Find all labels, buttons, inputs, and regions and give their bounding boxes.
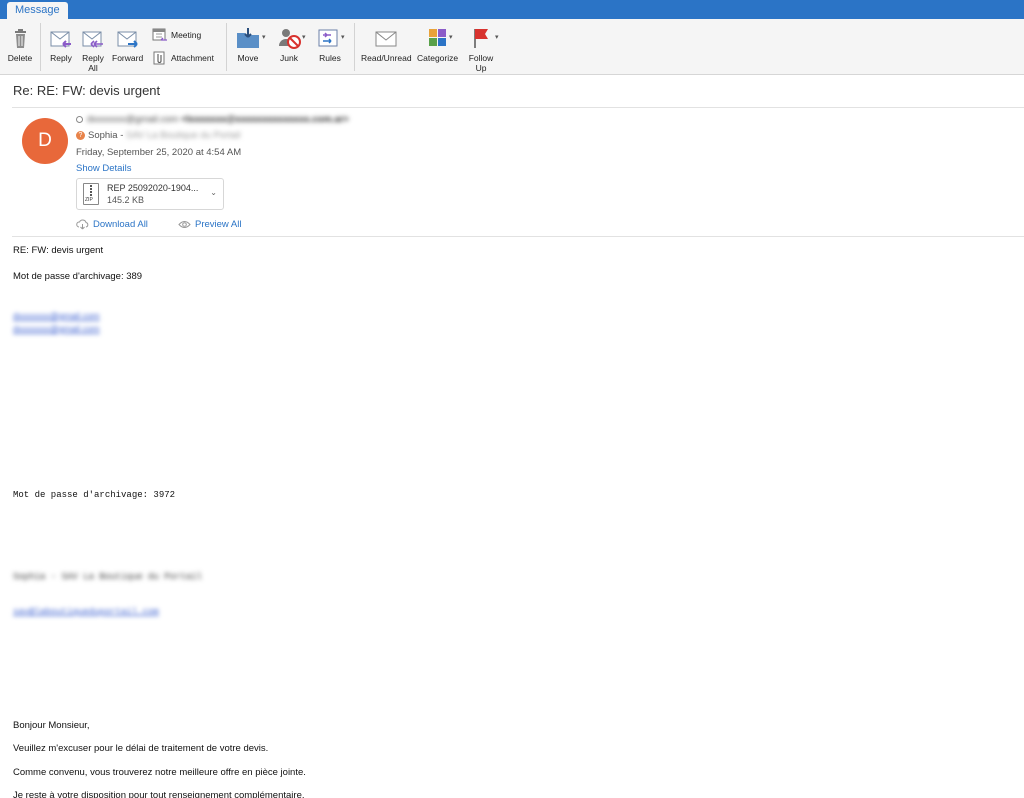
body-paragraph: Veuillez m'excuser pour le délai de trai… [13, 743, 269, 754]
flag-icon [467, 24, 495, 52]
categorize-icon [424, 24, 452, 52]
show-details-link[interactable]: Show Details [76, 163, 131, 174]
delete-button[interactable]: Delete [6, 24, 34, 63]
delete-label: Delete [7, 53, 33, 63]
folder-move-icon [234, 24, 262, 52]
trash-icon [6, 24, 34, 52]
zip-type-label: ZIP [85, 197, 93, 203]
reply-all-button[interactable]: Reply All [79, 24, 107, 73]
calendar-icon [152, 27, 168, 43]
attachment-size: 145.2 KB [107, 195, 145, 205]
reply-label: Reply [50, 53, 72, 63]
meeting-label: Meeting [171, 30, 202, 40]
forward-icon [114, 24, 142, 52]
categorize-button[interactable]: Categorize [417, 24, 458, 63]
body-line-mono: Mot de passe d'archivage: 3972 [13, 490, 176, 500]
rules-dropdown-icon[interactable]: ▾ [341, 33, 345, 41]
attachment-name: REP 25092020-1904... [107, 183, 199, 193]
recipient-name[interactable]: Sophia - [88, 130, 123, 141]
reply-icon [47, 24, 75, 52]
divider [12, 107, 1024, 108]
download-all-link[interactable]: Download All [76, 219, 148, 230]
body-line: Mot de passe d'archivage: 389 [13, 271, 143, 282]
unknown-contact-icon: ? [76, 131, 85, 140]
follow-up-dropdown-icon[interactable]: ▾ [495, 33, 499, 41]
body-paragraph: Je reste à votre disposition pour tout r… [13, 790, 305, 798]
recipient-detail[interactable]: SAV La Boutique du Portail [126, 130, 240, 141]
cloud-download-icon [76, 219, 89, 230]
read-unread-button[interactable]: Read/Unread [361, 24, 412, 63]
download-all-label: Download All [93, 219, 148, 230]
move-dropdown-icon[interactable]: ▾ [262, 33, 266, 41]
email-subject: Re: RE: FW: devis urgent [13, 83, 161, 98]
ribbon-separator [226, 23, 227, 71]
preview-all-label: Preview All [195, 219, 242, 230]
envelope-icon [372, 24, 400, 52]
categorize-dropdown-icon[interactable]: ▾ [449, 33, 453, 41]
ribbon-toolbar: Delete Reply Reply All Forward Meeting A… [0, 19, 1024, 75]
ribbon-separator [354, 23, 355, 71]
from-row[interactable]: dxxxxxxx@gmail.com <lxxxxxxx@xxxxxxxxxxx… [76, 114, 349, 125]
chevron-down-icon[interactable]: ⌄ [210, 188, 217, 197]
move-label: Move [237, 53, 259, 63]
forward-button[interactable]: Forward [112, 24, 143, 63]
zip-file-icon: ZIP [83, 183, 99, 205]
ribbon-separator [40, 23, 41, 71]
read-unread-label: Read/Unread [361, 53, 412, 63]
preview-all-link[interactable]: Preview All [178, 219, 241, 230]
sender-address[interactable]: <lxxxxxxx@xxxxxxxxxxxxxx.com.ar> [181, 114, 349, 125]
avatar: D [22, 118, 68, 164]
presence-status-icon [76, 116, 83, 123]
divider [12, 236, 1024, 237]
categorize-label: Categorize [417, 53, 459, 63]
reply-all-icon [79, 24, 107, 52]
email-link[interactable]: dxxxxxxx@gmail.com [13, 311, 100, 321]
signature-name: Sophia - SAV La Boutique du Portail [13, 572, 203, 582]
eye-icon [178, 219, 191, 230]
move-button[interactable]: Move [234, 24, 262, 63]
body-line: RE: FW: devis urgent [13, 245, 104, 256]
signature-email-link[interactable]: sav@laboutiqueduportail.com [13, 607, 159, 617]
follow-up-label: Follow Up [468, 53, 494, 73]
tab-message[interactable]: Message [7, 2, 68, 19]
paperclip-icon [152, 50, 168, 66]
junk-dropdown-icon[interactable]: ▾ [302, 33, 306, 41]
recipient-row[interactable]: ? Sophia - SAV La Boutique du Portail [76, 130, 240, 141]
junk-button[interactable]: Junk [275, 24, 303, 63]
meeting-button[interactable]: Meeting [152, 27, 201, 43]
sender-name[interactable]: dxxxxxxx@gmail.com [87, 114, 178, 125]
junk-icon [275, 24, 303, 52]
attachment-button[interactable]: Attachment [152, 50, 214, 66]
junk-label: Junk [280, 53, 298, 63]
body-paragraph: Comme convenu, vous trouverez notre meil… [13, 767, 306, 778]
attachment-label: Attachment [171, 53, 214, 63]
rules-button[interactable]: Rules [316, 24, 344, 63]
attachment-card[interactable]: ZIP REP 25092020-1904... 145.2 KB ⌄ [76, 178, 224, 210]
sent-date: Friday, September 25, 2020 at 4:54 AM [76, 147, 242, 158]
follow-up-button[interactable]: Follow Up [468, 24, 494, 73]
title-bar: Message [0, 0, 1024, 19]
rules-label: Rules [319, 53, 341, 63]
forward-label: Forward [112, 53, 144, 63]
email-link[interactable]: dxxxxxxx@gmail.com [13, 324, 100, 334]
reply-button[interactable]: Reply [47, 24, 75, 63]
body-paragraph: Bonjour Monsieur, [13, 720, 90, 731]
reply-all-label: Reply All [82, 53, 104, 73]
rules-icon [316, 24, 344, 52]
